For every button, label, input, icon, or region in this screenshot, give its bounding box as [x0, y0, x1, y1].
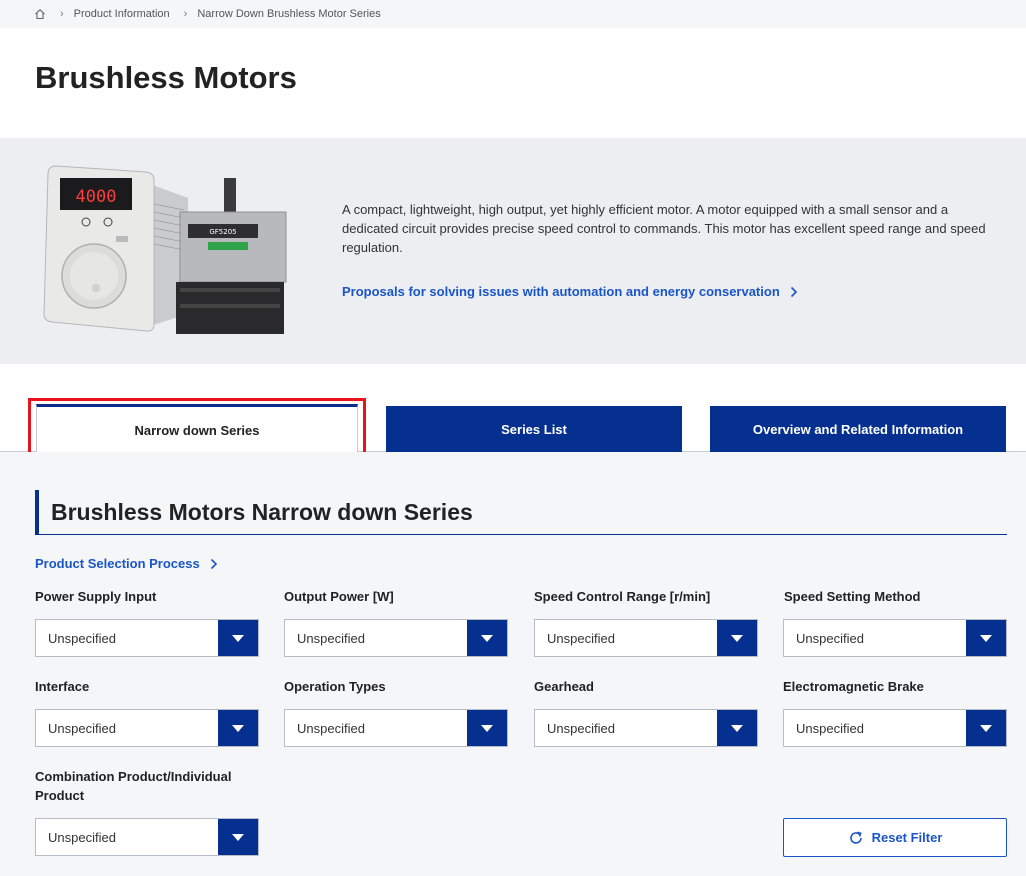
operation-types-label: Operation Types — [284, 679, 386, 694]
combination-product-select[interactable]: Unspecified — [35, 818, 259, 856]
section-title: Brushless Motors Narrow down Series — [51, 498, 473, 525]
select-value: Unspecified — [48, 630, 116, 646]
title-band: Brushless Motors — [0, 28, 1026, 138]
select-value: Unspecified — [48, 829, 116, 845]
proposals-link-label[interactable]: Proposals for solving issues with automa… — [342, 284, 780, 299]
svg-text:GF5205: GF5205 — [209, 228, 236, 236]
reset-filter-button[interactable]: Reset Filter — [783, 818, 1007, 857]
breadcrumb-product-information[interactable]: Product Information — [74, 8, 170, 20]
chevron-down-icon[interactable] — [467, 620, 507, 656]
select-value: Unspecified — [547, 630, 615, 646]
section-heading: Brushless Motors Narrow down Series — [35, 490, 1007, 535]
chevron-right-icon — [790, 286, 797, 297]
brushless-motor-product-image: 4000 GF5205 — [43, 165, 287, 334]
speed-control-range-label: Speed Control Range [r/min] — [534, 589, 711, 604]
select-value: Unspecified — [48, 720, 116, 736]
chevron-right-icon: › — [183, 8, 188, 20]
output-power-label: Output Power [W] — [284, 589, 394, 604]
speed-setting-method-select[interactable]: Unspecified — [783, 619, 1007, 657]
chevron-down-icon[interactable] — [218, 710, 258, 746]
page-title: Brushless Motors — [35, 60, 297, 95]
chevron-down-icon[interactable] — [717, 710, 757, 746]
chevron-down-icon[interactable] — [218, 620, 258, 656]
power-supply-input-select[interactable]: Unspecified — [35, 619, 259, 657]
gearhead-label: Gearhead — [534, 679, 594, 694]
svg-text:4000: 4000 — [76, 187, 117, 207]
chevron-right-icon: › — [60, 8, 64, 20]
hero-section: 4000 GF5205 A compact, lightweight, high… — [0, 138, 1026, 364]
chevron-down-icon[interactable] — [218, 819, 258, 855]
home-icon[interactable] — [34, 8, 46, 20]
select-value: Unspecified — [297, 720, 365, 736]
product-selection-process-label[interactable]: Product Selection Process — [35, 556, 200, 571]
electromagnetic-brake-label: Electromagnetic Brake — [783, 679, 924, 694]
product-selection-process-link[interactable]: Product Selection Process — [35, 556, 218, 571]
speed-control-range-select[interactable]: Unspecified — [534, 619, 758, 657]
breadcrumb: › Product Information › Narrow Down Brus… — [0, 0, 1026, 28]
tab-series-list[interactable]: Series List — [386, 406, 682, 452]
interface-select[interactable]: Unspecified — [35, 709, 259, 747]
chevron-right-icon — [210, 558, 217, 569]
select-value: Unspecified — [297, 630, 365, 646]
chevron-down-icon[interactable] — [966, 620, 1006, 656]
proposals-link[interactable]: Proposals for solving issues with automa… — [342, 284, 798, 299]
output-power-select[interactable]: Unspecified — [284, 619, 508, 657]
chevron-down-icon[interactable] — [467, 710, 507, 746]
filter-section: Brushless Motors Narrow down Series Prod… — [0, 452, 1026, 876]
operation-types-select[interactable]: Unspecified — [284, 709, 508, 747]
chevron-down-icon[interactable] — [717, 620, 757, 656]
power-supply-input-label: Power Supply Input — [35, 589, 157, 604]
select-value: Unspecified — [547, 720, 615, 736]
chevron-down-icon[interactable] — [966, 710, 1006, 746]
tab-bar: Narrow down Series Series List Overview … — [0, 364, 1026, 459]
select-value: Unspecified — [796, 630, 864, 646]
tab-overview-related-information[interactable]: Overview and Related Information — [710, 406, 1006, 452]
tab-narrow-down-series[interactable]: Narrow down Series — [36, 404, 358, 453]
combination-product-label: Combination Product/Individual Product — [35, 769, 232, 803]
breadcrumb-current-page: Narrow Down Brushless Motor Series — [197, 8, 381, 20]
hero-description: A compact, lightweight, high output, yet… — [342, 202, 986, 255]
refresh-icon — [849, 830, 862, 844]
electromagnetic-brake-select[interactable]: Unspecified — [783, 709, 1007, 747]
speed-setting-method-label: Speed Setting Method — [784, 589, 921, 604]
reset-filter-label[interactable]: Reset Filter — [872, 830, 943, 845]
interface-label: Interface — [35, 679, 90, 694]
select-value: Unspecified — [796, 720, 864, 736]
gearhead-select[interactable]: Unspecified — [534, 709, 758, 747]
